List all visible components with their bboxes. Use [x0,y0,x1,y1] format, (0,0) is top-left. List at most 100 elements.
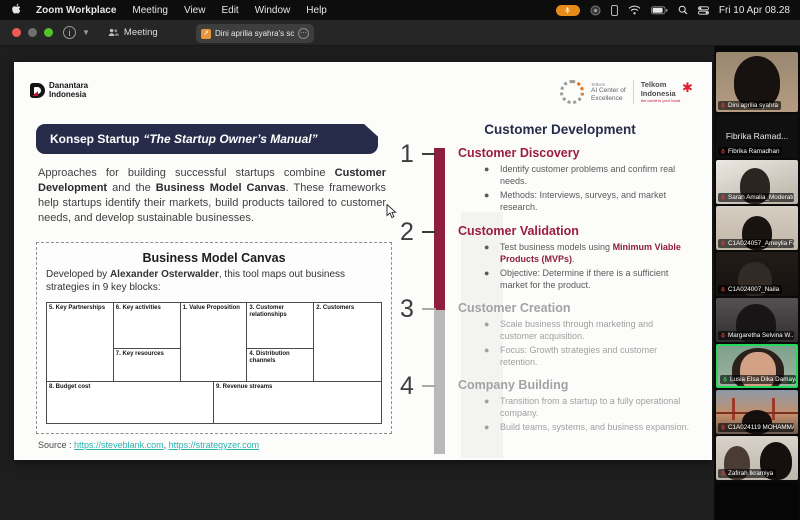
business-model-canvas-box: Business Model Canvas Developed by Alexa… [36,242,392,434]
shared-screen-stage: Danantara Indonesia Telkom AI Center of … [0,46,714,520]
participant-name: Sarah Amalia_Moderator [728,194,794,201]
tab-options-icon[interactable]: ⋯ [298,28,309,39]
telkom-line2: Indonesia [641,90,680,98]
aicoe-line1: AI Center of [591,87,626,94]
tab-shared-screen[interactable]: ↗ Dini aprilia syahra's screen ⋯ [196,24,314,43]
source-link-strategyzer[interactable]: https://strategyzer.com [169,440,260,450]
participant-name: Margaretha Selvina W... [728,332,794,339]
participant-tile-zafirah[interactable]: Zafirah Ikramiya [716,436,798,480]
participant-tile-lusia-speaking[interactable]: Lusia Elsa Dika Damayanty [716,344,798,388]
muted-mic-icon [720,424,726,431]
participant-tile-margaretha[interactable]: Margaretha Selvina W... [716,298,798,342]
danantara-logo: Danantara Indonesia [30,82,88,99]
participant-tile-sarah[interactable]: Sarah Amalia_Moderator [716,160,798,204]
muted-mic-icon [720,102,726,109]
step-heading: Customer Creation [458,301,571,315]
menu-zoom-workplace[interactable]: Zoom Workplace [36,5,116,16]
step-heading: Customer Discovery [458,146,580,160]
screen: Zoom Workplace Meeting View Edit Window … [0,0,800,520]
bmc-cell-revenue-streams: 9. Revenue streams [214,382,381,423]
participant-name: C1A024057_Ameylia Fa... [728,240,794,247]
mic-in-use-indicator[interactable] [556,5,580,16]
bmc-cell-key-resources: 7. Key resources [114,349,181,382]
para-text: Approaches for building successful start… [38,167,335,179]
participant-name: C1A024119 MOHAMMA... [728,424,794,431]
participant-tile-mohammad[interactable]: C1A024119 MOHAMMA... [716,390,798,434]
para-bold-bmc: Business Model Canvas [156,182,286,194]
slide-title-quote: “The Startup Owner’s Manual” [143,132,317,146]
step-bullet: ●Focus: Growth strategies and customer r… [484,345,692,369]
bmc-cell-customers: 2. Customers [314,303,381,382]
minimize-window-button[interactable] [28,28,37,37]
bmc-intro-pre: Developed by [46,269,110,280]
bmc-cell-key-activities: 6. Key activities [114,303,181,349]
tab-meeting-label: Meeting [124,27,158,38]
step-bullet: ●Transition from a startup to a fully op… [484,396,692,420]
muted-mic-icon [720,240,726,247]
participant-tile-empty [716,482,798,520]
virtual-background-bridge [732,398,735,420]
menu-view[interactable]: View [184,5,206,16]
menu-meeting[interactable]: Meeting [132,5,168,16]
intro-paragraph: Approaches for building successful start… [38,166,386,226]
wifi-icon[interactable] [628,5,641,15]
step-bullet: ●Test business models using Minimum Viab… [484,242,692,266]
tab-meeting[interactable]: Meeting [108,27,158,38]
telkom-logo-icon: ✱ [682,81,693,94]
fullscreen-window-button[interactable] [44,28,53,37]
window-controls[interactable] [12,28,53,37]
active-mic-icon [722,376,728,383]
camera-status-icon[interactable] [590,5,601,16]
telkom-indonesia-logo: Telkom Indonesia the world in your hand … [641,81,693,103]
participant-tile-ameylia[interactable]: C1A024057_Ameylia Fa... [716,206,798,250]
source-line: Source : https://steveblank.com, https:/… [38,440,259,450]
apple-icon[interactable] [12,3,22,18]
customer-development-title: Customer Development [414,122,706,137]
source-link-steveblank[interactable]: https://steveblank.com [74,440,164,450]
brand-line2: Indonesia [49,91,88,100]
menu-window[interactable]: Window [255,5,291,16]
bmc-intro: Developed by Alexander Osterwalder, this… [46,269,382,294]
muted-mic-icon [720,332,726,339]
chevron-down-icon[interactable]: ▼ [82,28,90,37]
muted-mic-icon [720,148,726,155]
bmc-cell-budget-cost: 8. Budget cost [47,382,214,423]
bmc-title: Business Model Canvas [37,251,391,265]
participant-tile-fibrika[interactable]: Fibrika Ramad... Fibrika Ramadhan [716,114,798,158]
step-heading: Customer Validation [458,224,579,238]
menu-edit[interactable]: Edit [221,5,238,16]
meeting-info-icon[interactable]: i [63,26,76,39]
menu-help[interactable]: Help [306,5,327,16]
participant-name: Lusia Elsa Dika Damayanty [730,376,796,383]
step-bullet: ●Scale business through marketing and cu… [484,319,692,343]
step-bullet: ●Methods: Interviews, surveys, and marke… [484,190,692,214]
muted-mic-icon [720,286,726,293]
step-bullet: ●Objective: Determine if there is a suff… [484,268,692,292]
macos-menubar: Zoom Workplace Meeting View Edit Window … [0,0,800,20]
participant-name: Dini aprilia syahra [728,102,778,109]
participants-icon [108,28,119,37]
source-label: Source : [38,440,72,450]
phone-mirroring-icon[interactable] [611,5,618,16]
step-bullet: ●Build teams, systems, and business expa… [484,422,692,434]
screen-share-icon: ↗ [201,29,211,39]
control-center-icon[interactable] [698,6,709,15]
step-bullet: ●Identify customer problems and confirm … [484,164,692,188]
muted-mic-icon [720,194,726,201]
spotlight-search-icon[interactable] [678,5,688,15]
bmc-cell-customer-relationships: 3. Customer relationships [247,303,314,349]
para-text: and the [107,182,156,194]
mouse-cursor [386,204,397,224]
step-heading: Company Building [458,378,568,392]
participant-tile-dini[interactable]: Dini aprilia syahra [716,52,798,112]
menubar-clock[interactable]: Fri 10 Apr 08.28 [719,5,790,16]
participant-name: Fibrika Ramadhan [728,148,779,155]
zoom-window-tabbar: i ▼ Meeting ↗ Dini aprilia syahra's scre… [0,20,800,46]
participant-tile-naila[interactable]: C1A024007_Naila [716,252,798,296]
battery-icon[interactable] [651,6,668,15]
close-window-button[interactable] [12,28,21,37]
partner-logos: Telkom AI Center of Excellence Telkom In… [560,80,693,104]
step-connector [422,231,436,233]
timeline-bar [434,148,445,454]
slide-title-prefix: Konsep Startup [50,132,139,146]
